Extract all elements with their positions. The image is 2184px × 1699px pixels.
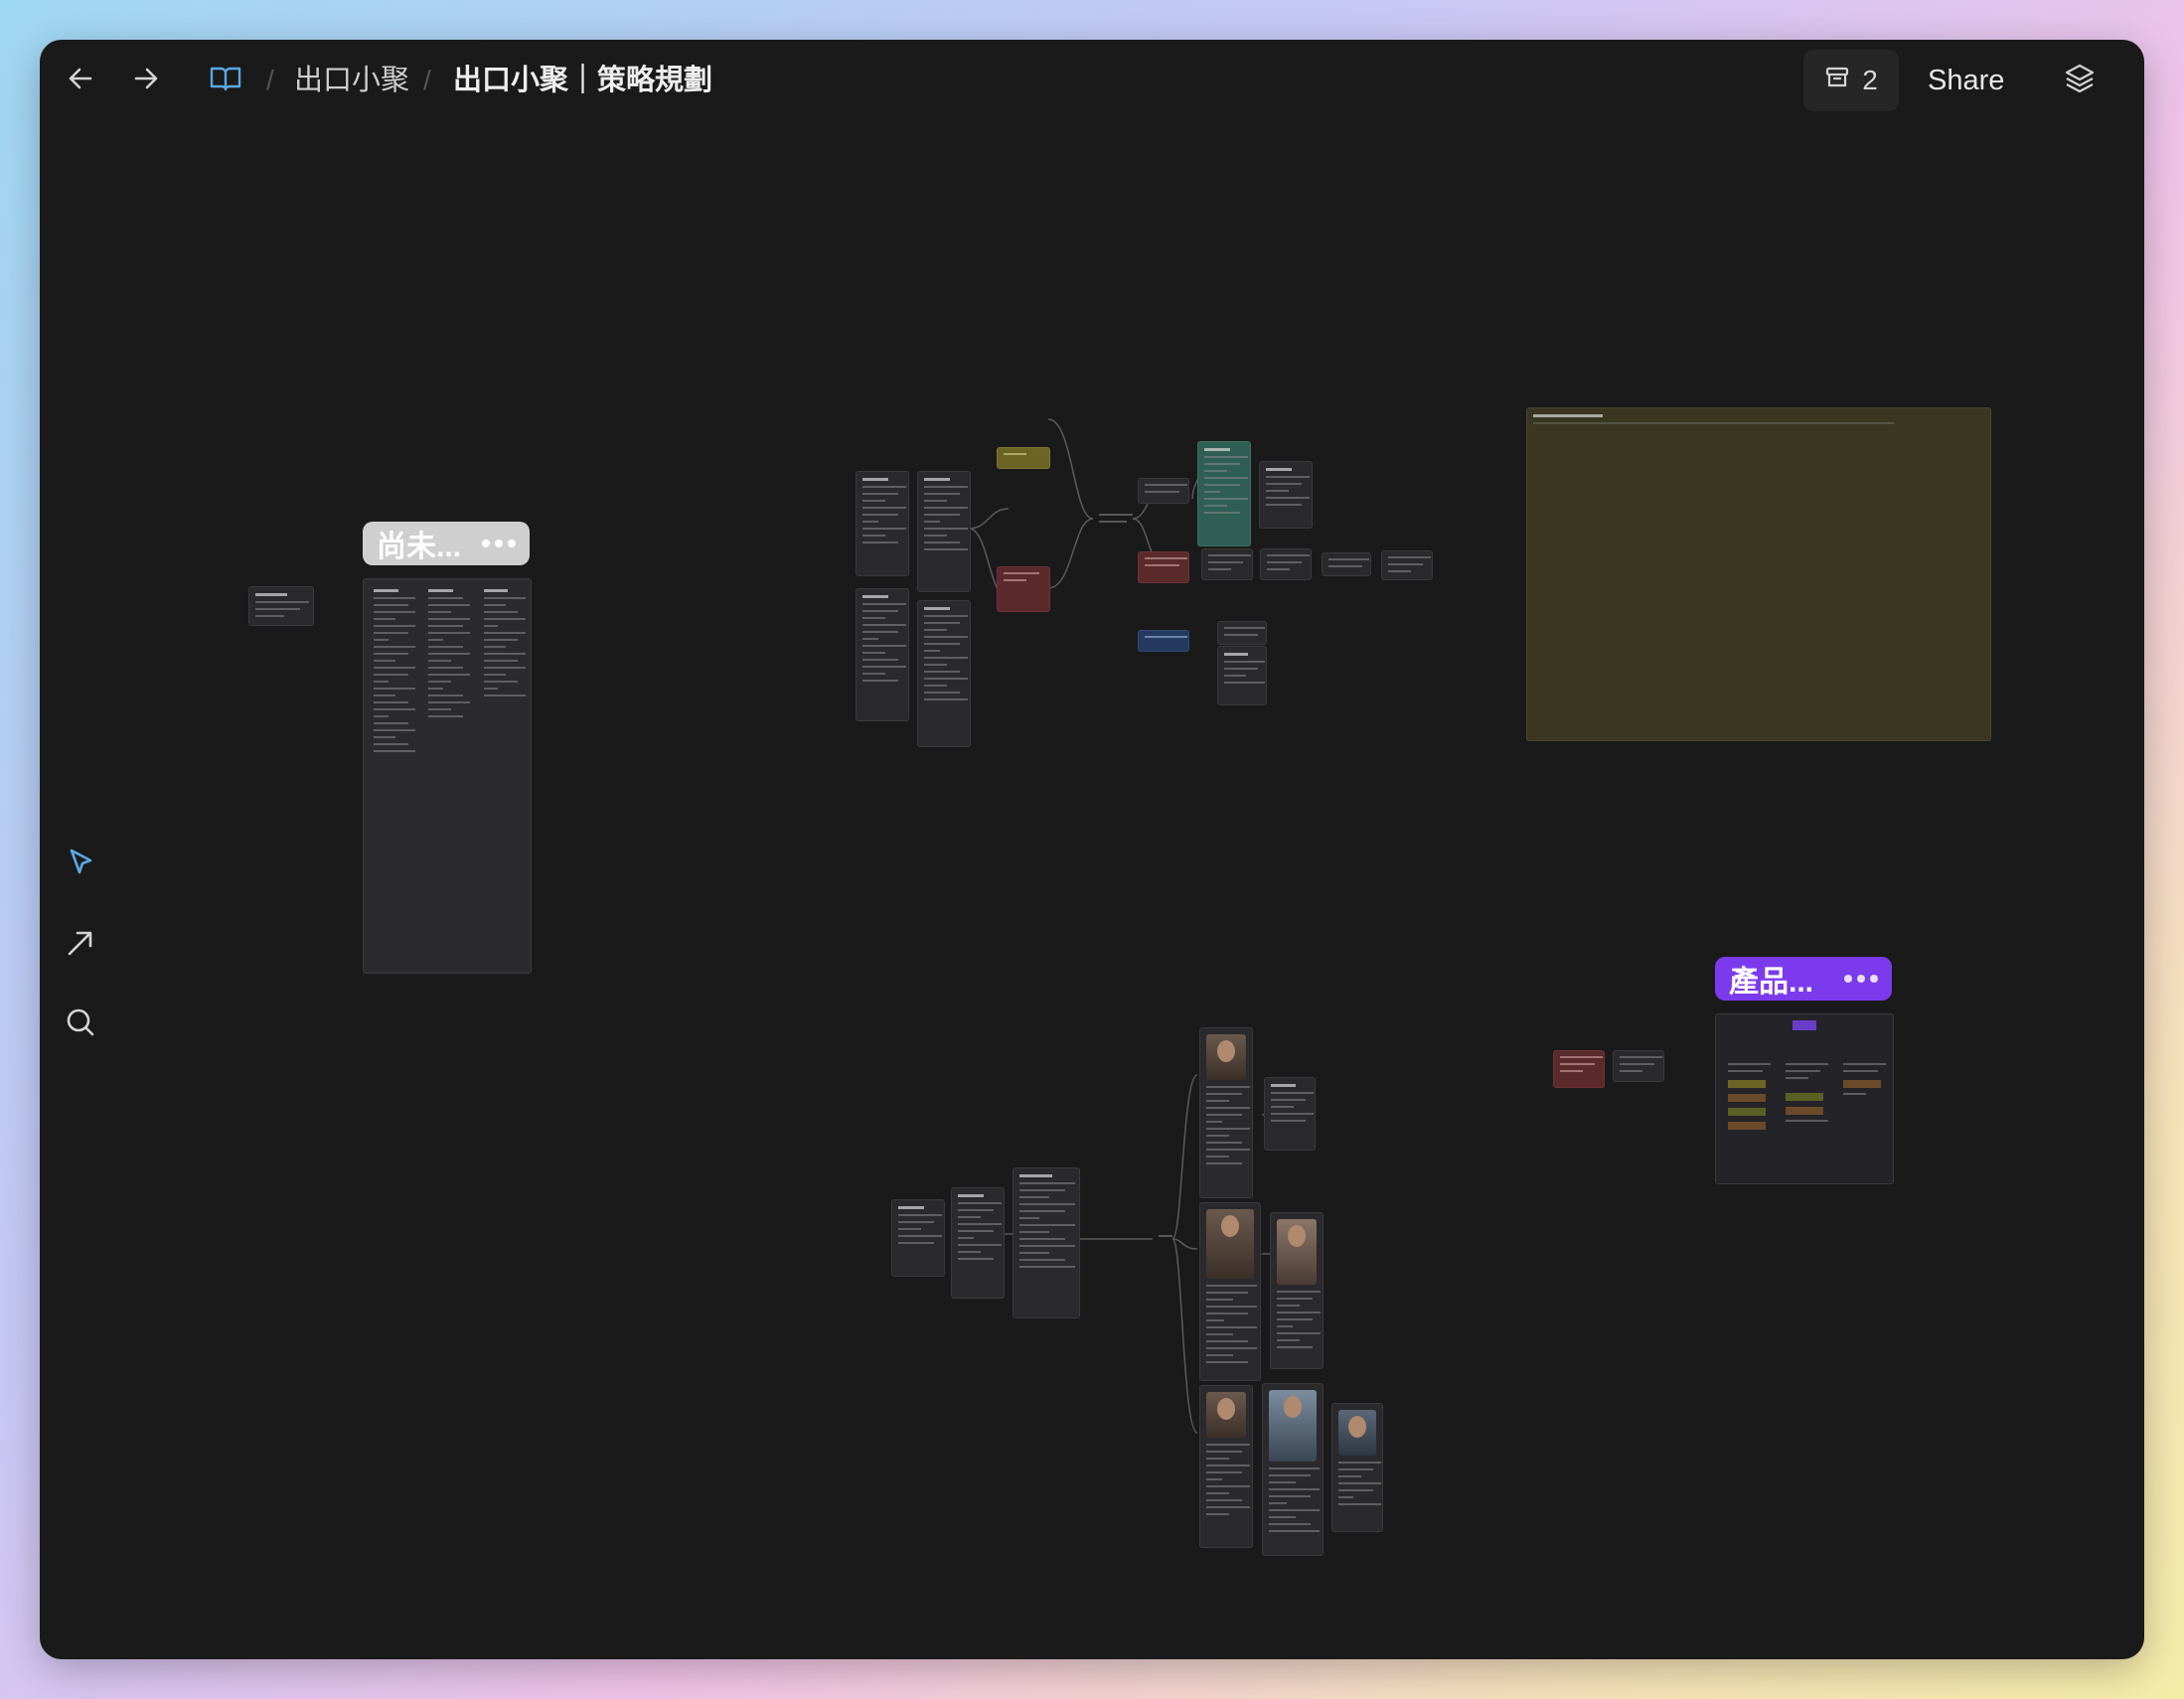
mindmap-node[interactable]	[1613, 1050, 1664, 1082]
persona-card[interactable]	[1199, 1202, 1261, 1381]
mindmap-node[interactable]	[1264, 1077, 1316, 1151]
top-bar: / 出口小聚 / 出口小聚｜策略規劃 2 Share	[40, 40, 2144, 121]
more-icon[interactable]	[482, 540, 516, 547]
more-icon[interactable]	[1844, 975, 1878, 983]
topic-node-red[interactable]	[997, 566, 1050, 612]
persona-card[interactable]	[1199, 1027, 1253, 1198]
mindmap-node[interactable]	[1259, 461, 1313, 529]
org-chart-card[interactable]	[1715, 1013, 1894, 1184]
mindmap-node[interactable]	[917, 471, 971, 592]
mindmap-node[interactable]	[856, 588, 909, 721]
mindmap-node[interactable]	[1217, 621, 1267, 645]
mindmap-node[interactable]	[1138, 478, 1189, 504]
mindmap-node[interactable]	[1013, 1167, 1080, 1318]
mindmap-node[interactable]	[951, 1187, 1005, 1299]
cluster-label-product[interactable]: 產品...	[1715, 957, 1892, 1001]
mindmap-node[interactable]	[1322, 552, 1371, 576]
arrow-left-icon	[66, 64, 95, 98]
share-button[interactable]: Share	[1928, 58, 2004, 103]
cluster-title: 產品...	[1729, 966, 1814, 999]
book-button[interactable]	[207, 62, 244, 99]
connector-lines	[914, 418, 1879, 1434]
layers-button[interactable]	[2059, 60, 2101, 101]
topic-node-yellow[interactable]	[997, 447, 1050, 469]
archive-button[interactable]: 2	[1803, 50, 1899, 111]
mindmap-node[interactable]	[1381, 550, 1433, 580]
sticky-note-large[interactable]	[1526, 407, 1991, 741]
sticky-note[interactable]	[248, 586, 314, 626]
mindmap-node[interactable]	[1217, 646, 1267, 705]
topic-node-blue[interactable]	[1138, 630, 1189, 652]
layers-icon	[2063, 62, 2097, 100]
cluster-label-pending[interactable]: 尚未...	[363, 522, 530, 565]
document-card[interactable]	[363, 578, 532, 974]
persona-card[interactable]	[1262, 1383, 1324, 1556]
breadcrumb-separator: /	[423, 65, 431, 95]
cluster-title: 尚未...	[377, 531, 462, 563]
central-topic[interactable]	[1153, 1230, 1172, 1246]
persona-card[interactable]	[1270, 1212, 1324, 1369]
book-open-icon	[209, 64, 242, 98]
persona-card[interactable]	[1331, 1403, 1383, 1532]
breadcrumb-workspace[interactable]: 出口小聚	[294, 60, 409, 101]
breadcrumb-separator: /	[266, 65, 274, 95]
topic-node-red[interactable]	[1138, 551, 1189, 583]
whiteboard-canvas[interactable]: 尚未... 產品...	[40, 121, 2144, 1659]
topic-node-green[interactable]	[1197, 441, 1251, 546]
back-button[interactable]	[62, 62, 99, 99]
topic-node-red[interactable]	[1553, 1050, 1605, 1088]
archive-count: 2	[1862, 65, 1878, 95]
mindmap-node[interactable]	[891, 1199, 945, 1277]
persona-card[interactable]	[1199, 1385, 1253, 1548]
mindmap-node[interactable]	[1201, 548, 1253, 580]
app-window: / 出口小聚 / 出口小聚｜策略規劃 2 Share 尚未... 產品...	[40, 40, 2144, 1659]
archive-icon	[1824, 65, 1850, 97]
arrow-right-icon	[131, 64, 161, 98]
forward-button[interactable]	[127, 62, 165, 99]
mindmap-node[interactable]	[1260, 548, 1312, 580]
mindmap-node[interactable]	[917, 600, 971, 747]
mindmap-node[interactable]	[856, 471, 909, 576]
central-topic[interactable]	[1093, 509, 1133, 533]
breadcrumb-page-title[interactable]: 出口小聚｜策略規劃	[453, 60, 712, 101]
